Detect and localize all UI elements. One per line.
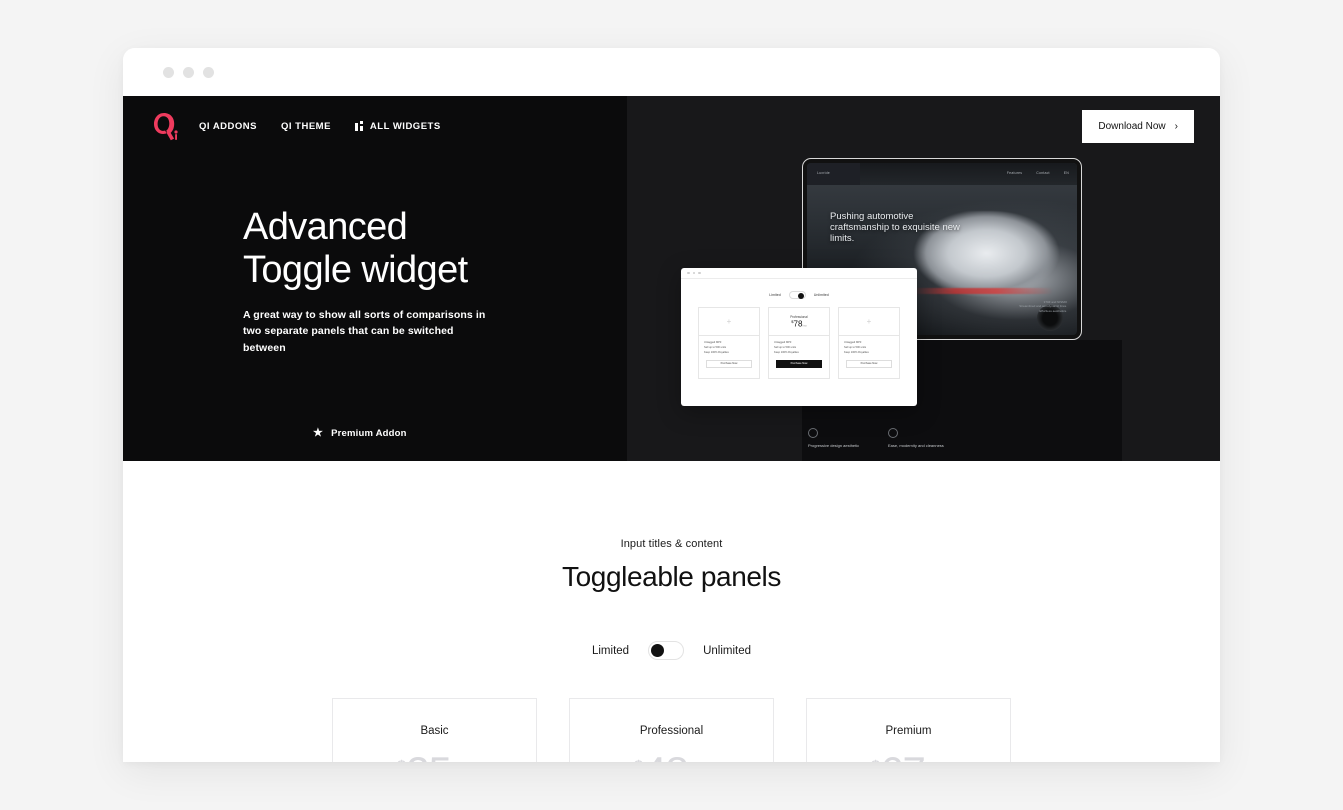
panel-toggle-switch[interactable] — [648, 641, 685, 660]
mini-feature: Keep 100% Royalties — [774, 350, 799, 354]
mini-toggle-row: Limited Unlimited — [681, 291, 917, 299]
price-amount: 48 — [643, 751, 689, 763]
mini-card-1-button[interactable]: Purchase Now — [776, 359, 822, 368]
panel-toggle-row: Limited Unlimited — [123, 641, 1220, 660]
currency-symbol: $ — [397, 758, 406, 762]
mini-titlebar — [681, 268, 917, 279]
browser-window: Progressive design aesthetic Ease, moder… — [123, 48, 1220, 762]
pricing-card-basic-plan: Basic — [420, 725, 449, 737]
mini-card-1-features: Untagged MP3 Sell up to 500 units Keep 1… — [769, 336, 829, 356]
mini-dot-2 — [692, 271, 695, 275]
hero-section: Progressive design aesthetic Ease, moder… — [123, 96, 1220, 461]
download-now-label: Download Now — [1098, 120, 1166, 132]
chevron-right-icon: › — [1174, 120, 1178, 132]
price-amount: 25 — [406, 751, 452, 763]
mini-toggle-right-label: Unlimited — [813, 293, 829, 297]
mini-card-1-price: $78/mo — [791, 319, 806, 329]
hero-title-line1: Advanced — [243, 206, 408, 248]
mini-card-1: Professional $78/mo Untagged MP3 Sell up… — [768, 307, 830, 379]
pricing-card-professional-price: $ 48 /mo — [580, 751, 763, 763]
pricing-card-basic[interactable]: Basic $ 25 /mo Untagged MP3 — [332, 698, 537, 762]
mini-card-2-features: Untagged MP3 Sell up to 500 units Keep 1… — [839, 336, 899, 356]
window-dot-minimize[interactable] — [183, 66, 194, 78]
mini-card-0-features: Untagged MP3 Sell up to 500 units Keep 1… — [699, 336, 759, 356]
clock-icon — [808, 428, 818, 438]
mini-card-2: + Untagged MP3 Sell up to 500 units Keep… — [838, 307, 900, 379]
qi-logo[interactable] — [153, 111, 179, 141]
browser-titlebar — [123, 48, 1220, 96]
laptop-feature-1: Ease, modernity and cleanness — [888, 428, 944, 449]
pricing-card-professional[interactable]: Professional $ 48 /mo Untagged MP3 — [569, 698, 774, 762]
mini-card-0-top: + — [699, 308, 759, 336]
mini-card-2-button[interactable]: Purchase Now — [846, 359, 892, 368]
panel-toggle-knob — [651, 644, 665, 657]
download-now-button[interactable]: Download Now › — [1082, 109, 1194, 143]
sparkle-icon — [888, 428, 898, 438]
currency-symbol: $ — [871, 758, 880, 762]
hero-subtitle: A great way to show all sorts of compari… — [243, 309, 486, 354]
mini-toggle-left-label: Limited — [769, 293, 781, 297]
laptop-feature-1-text: Ease, modernity and cleanness — [888, 443, 944, 448]
toggle-left-label: Limited — [591, 644, 630, 657]
window-dot-close[interactable] — [163, 66, 174, 78]
hero-copy: Advanced Toggle widget A great way to sh… — [123, 156, 1220, 356]
mini-pricing-mockup: Limited Unlimited + Untagged MP3 Sell up… — [681, 268, 917, 406]
currency-symbol: $ — [634, 758, 643, 762]
pricing-card-premium-plan: Premium — [885, 725, 932, 737]
mini-card-2-top: + — [839, 308, 899, 336]
hero-title-line2: Toggle widget — [243, 248, 468, 291]
pricing-card-basic-price: $ 25 /mo — [343, 751, 526, 763]
mini-toggle-switch[interactable] — [788, 291, 806, 299]
pricing-card-professional-plan: Professional — [639, 725, 704, 737]
laptop-feature-0-text: Progressive design aesthetic — [808, 443, 860, 448]
mini-period: /mo — [802, 324, 807, 328]
mini-card-0: + Untagged MP3 Sell up to 500 units Keep… — [698, 307, 760, 379]
mini-cards: + Untagged MP3 Sell up to 500 units Keep… — [681, 307, 917, 379]
pricing-card-premium[interactable]: Premium $ 67 /mo Untagged MP3 — [806, 698, 1011, 762]
toggle-right-label: Unlimited — [703, 644, 751, 657]
star-icon: ★ — [313, 427, 324, 439]
nav-item-all-widgets[interactable]: ALL WIDGETS — [354, 120, 441, 132]
nav-links: QI ADDONS QI THEME ALL WIDGETS — [199, 121, 441, 132]
premium-addon-badge: ★ Premium Addon — [313, 427, 407, 440]
mini-feature: Keep 100% Royalties — [844, 350, 869, 354]
premium-addon-label: Premium Addon — [331, 428, 407, 439]
pricing-cards: Basic $ 25 /mo Untagged MP3 Professional… — [123, 698, 1220, 762]
nav-item-qi-theme[interactable]: QI THEME — [281, 121, 331, 132]
nav-item-qi-theme-label: QI THEME — [280, 120, 331, 132]
site-navbar: QI ADDONS QI THEME ALL WIDGETS Download … — [123, 96, 1220, 156]
mini-dot-3 — [698, 271, 701, 275]
nav-item-qi-addons-label: QI ADDONS — [199, 120, 257, 132]
mini-dot-1 — [687, 271, 690, 275]
nav-item-all-widgets-label: ALL WIDGETS — [369, 120, 441, 132]
page-title: Toggleable panels — [562, 561, 781, 592]
mini-toggle-knob — [797, 293, 804, 299]
widgets-grid-icon — [354, 121, 365, 131]
mini-card-1-top: Professional $78/mo — [769, 308, 829, 336]
mini-feature: Keep 100% Royalties — [704, 350, 729, 354]
pricing-card-premium-price: $ 67 /mo — [817, 751, 1000, 763]
mini-card-0-button[interactable]: Purchase Now — [706, 359, 752, 368]
price-amount: 67 — [880, 751, 926, 763]
nav-item-qi-addons[interactable]: QI ADDONS — [199, 121, 257, 132]
window-dot-maximize[interactable] — [203, 66, 214, 78]
section-eyebrow: Input titles & content — [620, 538, 723, 550]
toggleable-panels-section: Input titles & content Toggleable panels… — [123, 461, 1220, 762]
laptop-feature-0: Progressive design aesthetic — [808, 428, 859, 449]
